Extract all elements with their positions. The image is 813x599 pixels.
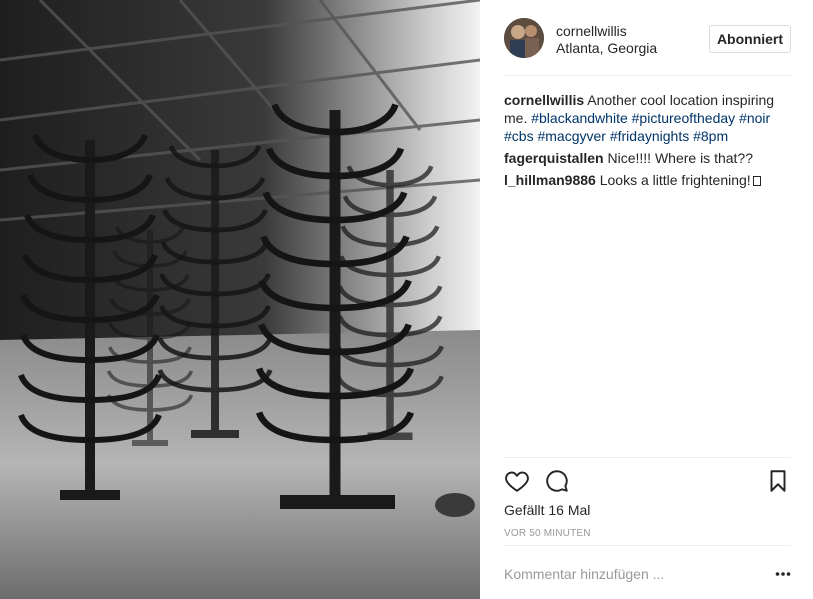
- post-location[interactable]: Atlanta, Georgia: [556, 40, 657, 56]
- emoji-placeholder-icon: [752, 176, 761, 186]
- comment-input[interactable]: [504, 564, 754, 584]
- hashtag-link[interactable]: #cbs: [504, 128, 534, 144]
- post-detail-panel: cornellwillis Atlanta, Georgia Abonniert…: [480, 0, 813, 599]
- post-header: cornellwillis Atlanta, Georgia Abonniert: [504, 16, 791, 76]
- post-photo[interactable]: [0, 0, 480, 599]
- author-username[interactable]: cornellwillis: [556, 23, 627, 39]
- bookmark-icon[interactable]: [765, 468, 791, 494]
- comment-text: Looks a little frightening!: [599, 172, 751, 188]
- hashtag-link[interactable]: #pictureoftheday: [632, 110, 736, 126]
- hashtag-link[interactable]: #8pm: [693, 128, 728, 144]
- comment-username[interactable]: fagerquistallen: [504, 150, 604, 166]
- more-options-icon[interactable]: [775, 567, 791, 581]
- caption-comment: cornellwillis Another cool location insp…: [504, 91, 791, 145]
- avatar[interactable]: [504, 18, 544, 58]
- hashtag-link[interactable]: #fridaynights: [610, 128, 689, 144]
- comment-text: Nice!!!! Where is that??: [607, 150, 753, 166]
- list-item: l_hillman9886 Looks a little frightening…: [504, 171, 791, 189]
- avatar-photo-icon: [504, 18, 544, 58]
- likes-count[interactable]: Gefällt 16 Mal: [504, 502, 590, 518]
- heart-icon[interactable]: [504, 468, 530, 494]
- post-timestamp: VOR 50 MINUTEN: [504, 528, 591, 539]
- follow-button[interactable]: Abonniert: [709, 25, 791, 53]
- hashtag-link[interactable]: #blackandwhite: [531, 110, 628, 126]
- warehouse-racks-image: [0, 0, 480, 599]
- comment-bubble-icon[interactable]: [544, 468, 570, 494]
- comment-username[interactable]: cornellwillis: [504, 92, 584, 108]
- comments-list: cornellwillis Another cool location insp…: [504, 91, 791, 193]
- comment-username[interactable]: l_hillman9886: [504, 172, 596, 188]
- post-actions: Gefällt 16 Mal VOR 50 MINUTEN: [504, 457, 791, 545]
- hashtag-link[interactable]: #noir: [739, 110, 770, 126]
- add-comment-bar: [504, 545, 791, 599]
- list-item: fagerquistallen Nice!!!! Where is that??: [504, 149, 791, 167]
- hashtag-link[interactable]: #macgyver: [537, 128, 605, 144]
